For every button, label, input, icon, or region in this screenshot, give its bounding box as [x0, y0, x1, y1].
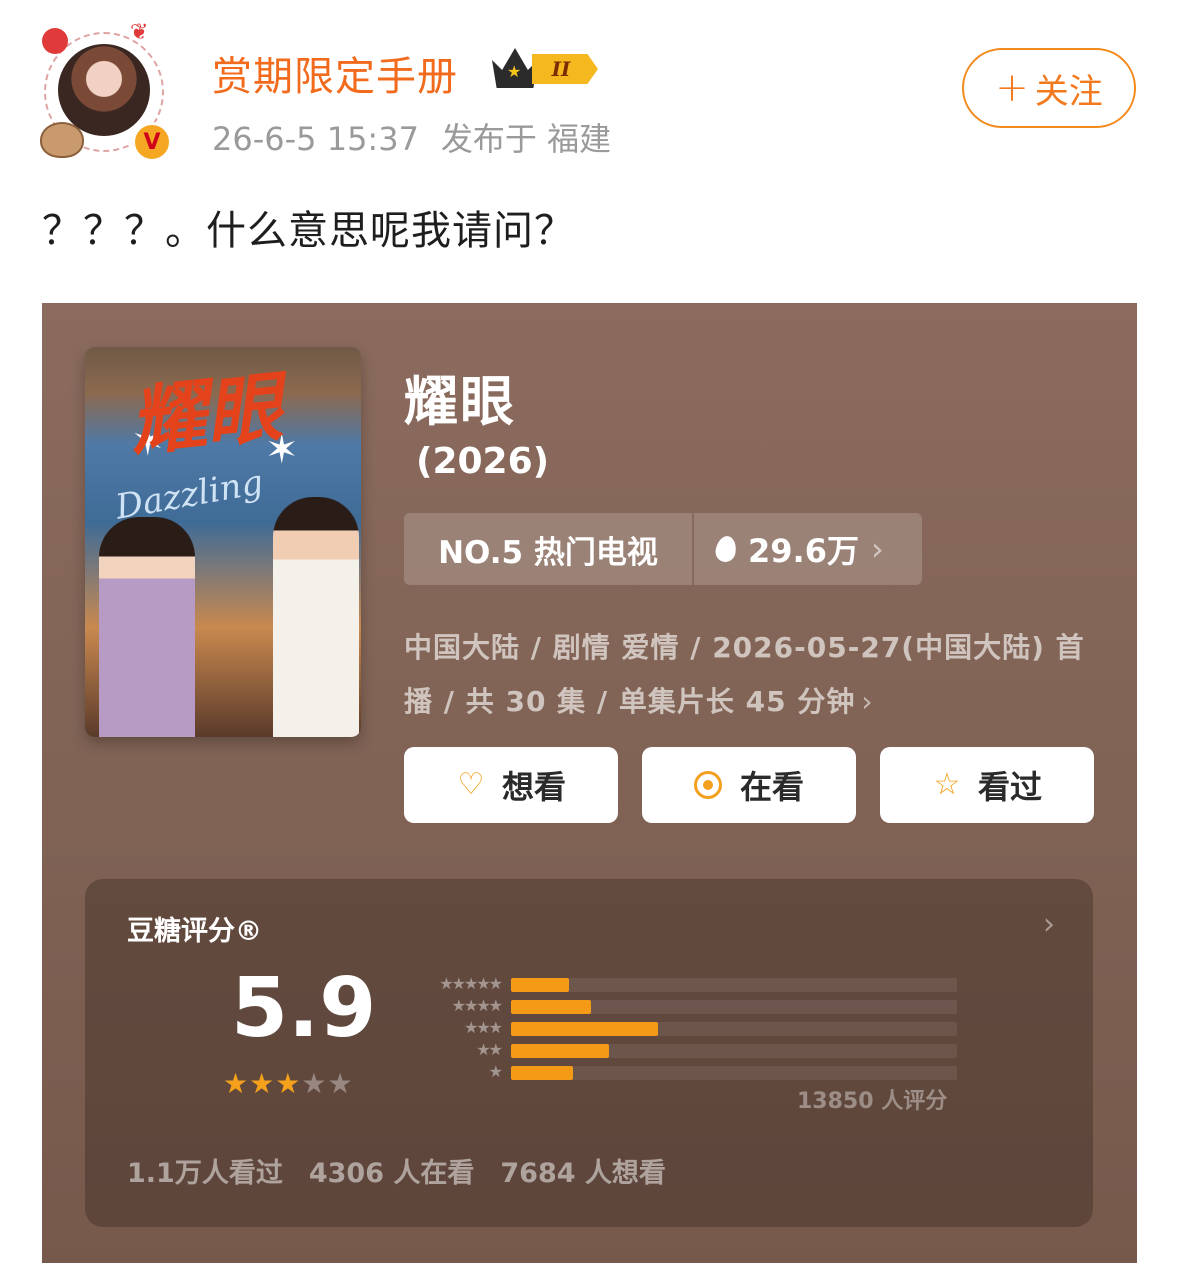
chevron-right-icon: ›	[1043, 907, 1055, 942]
username[interactable]: 赏期限定手册	[212, 44, 458, 102]
action-buttons: ♡ 想看 在看 ☆ 看过	[404, 747, 1094, 823]
watched-count: 1.1万人看过	[127, 1158, 283, 1189]
bear-icon	[40, 122, 84, 158]
follow-button[interactable]: + 关注	[962, 48, 1136, 128]
dist-bar	[511, 1066, 574, 1080]
show-poster: ✶ ✶ 耀眼 Dazzling	[85, 347, 361, 737]
rating-label: 豆糖评分®	[127, 916, 262, 947]
two-stars-icon: ★★	[476, 1040, 503, 1059]
show-year: (2026)	[416, 441, 550, 482]
dist-bar	[511, 1022, 659, 1036]
star-filled-icon: ★	[249, 1067, 276, 1100]
rating-count: 13850 人评分	[797, 1089, 948, 1114]
dist-track	[511, 1022, 957, 1036]
rating-stars: ★★★★★	[223, 1067, 354, 1100]
star-filled-icon: ★	[223, 1067, 250, 1100]
watch-stats: 1.1万人看过 4306 人在看 7684 人想看	[127, 1151, 666, 1190]
level-tag: II	[532, 54, 598, 84]
dist-track	[511, 1044, 957, 1058]
heat-value: 29.6万	[748, 532, 859, 570]
bow-icon: ❦	[130, 20, 149, 45]
dist-track	[511, 1066, 957, 1080]
poster-figure-male	[273, 497, 359, 737]
verified-icon: V	[132, 122, 172, 162]
follow-label: 关注	[1034, 71, 1103, 112]
poster-figure-female	[99, 517, 195, 737]
star-icon: ★	[507, 62, 522, 81]
watched-label: 看过	[977, 768, 1042, 806]
poster-title: 耀眼	[125, 362, 286, 467]
dist-bar	[511, 1000, 592, 1014]
want-count: 7684 人想看	[500, 1158, 666, 1189]
rating-card[interactable]: 豆糖评分® › 5.9 ★★★★★ ★★★★★ ★★★★ ★★★ ★★ ★ 13…	[85, 879, 1093, 1227]
three-stars-icon: ★★★	[463, 1018, 503, 1037]
attached-image[interactable]: ✶ ✶ 耀眼 Dazzling 耀眼 (2026) NO.5 热门电视 29.6…	[42, 303, 1137, 1263]
watching-button[interactable]: 在看	[642, 747, 856, 823]
star-filled-icon: ★	[275, 1067, 302, 1100]
heat-indicator: 29.6万 ›	[694, 513, 922, 585]
avatar-ornament-icon	[42, 28, 68, 54]
four-stars-icon: ★★★★	[451, 996, 503, 1015]
star-empty-icon: ★	[327, 1067, 354, 1100]
want-to-watch-button[interactable]: ♡ 想看	[404, 747, 618, 823]
post-location: 发布于 福建	[440, 120, 612, 158]
plus-icon: +	[995, 65, 1029, 111]
rank-bar[interactable]: NO.5 热门电视 29.6万 ›	[404, 513, 922, 585]
show-info[interactable]: 中国大陆 / 剧情 爱情 / 2026-05-27(中国大陆) 首播 / 共 3…	[404, 621, 1094, 729]
dist-track	[511, 1000, 957, 1014]
watching-label: 在看	[739, 768, 804, 806]
heart-plus-icon: ♡	[457, 767, 485, 802]
dist-bar	[511, 978, 569, 992]
dist-track	[511, 978, 957, 992]
show-title: 耀眼	[404, 370, 516, 433]
target-icon	[693, 771, 722, 799]
five-stars-icon: ★★★★★	[439, 974, 503, 993]
watching-count: 4306 人在看	[308, 1158, 475, 1189]
show-info-text: 中国大陆 / 剧情 爱情 / 2026-05-27(中国大陆) 首播 / 共 3…	[404, 631, 1085, 718]
post-timestamp: 26-6-5 15:37	[212, 120, 419, 158]
chevron-right-icon: ›	[870, 530, 884, 568]
watched-button[interactable]: ☆ 看过	[880, 747, 1094, 823]
star-empty-icon: ★	[301, 1067, 328, 1100]
dist-bar	[511, 1044, 610, 1058]
avatar-photo	[58, 44, 150, 136]
user-avatar[interactable]: ❦ V	[40, 22, 172, 162]
want-to-watch-label: 想看	[501, 768, 566, 806]
post-text: ？？？。什么意思呢我请问？	[42, 208, 575, 254]
rating-score: 5.9	[231, 961, 377, 1056]
rank-label: NO.5 热门电视	[438, 534, 658, 571]
chevron-right-icon: ›	[861, 685, 874, 718]
star-outline-icon: ☆	[933, 767, 961, 802]
member-badge[interactable]: ★ II	[492, 46, 604, 90]
one-star-icon: ★	[488, 1062, 503, 1081]
post-meta: 26-6-5 15:37 发布于 福建	[212, 114, 611, 160]
flame-icon	[713, 534, 739, 564]
